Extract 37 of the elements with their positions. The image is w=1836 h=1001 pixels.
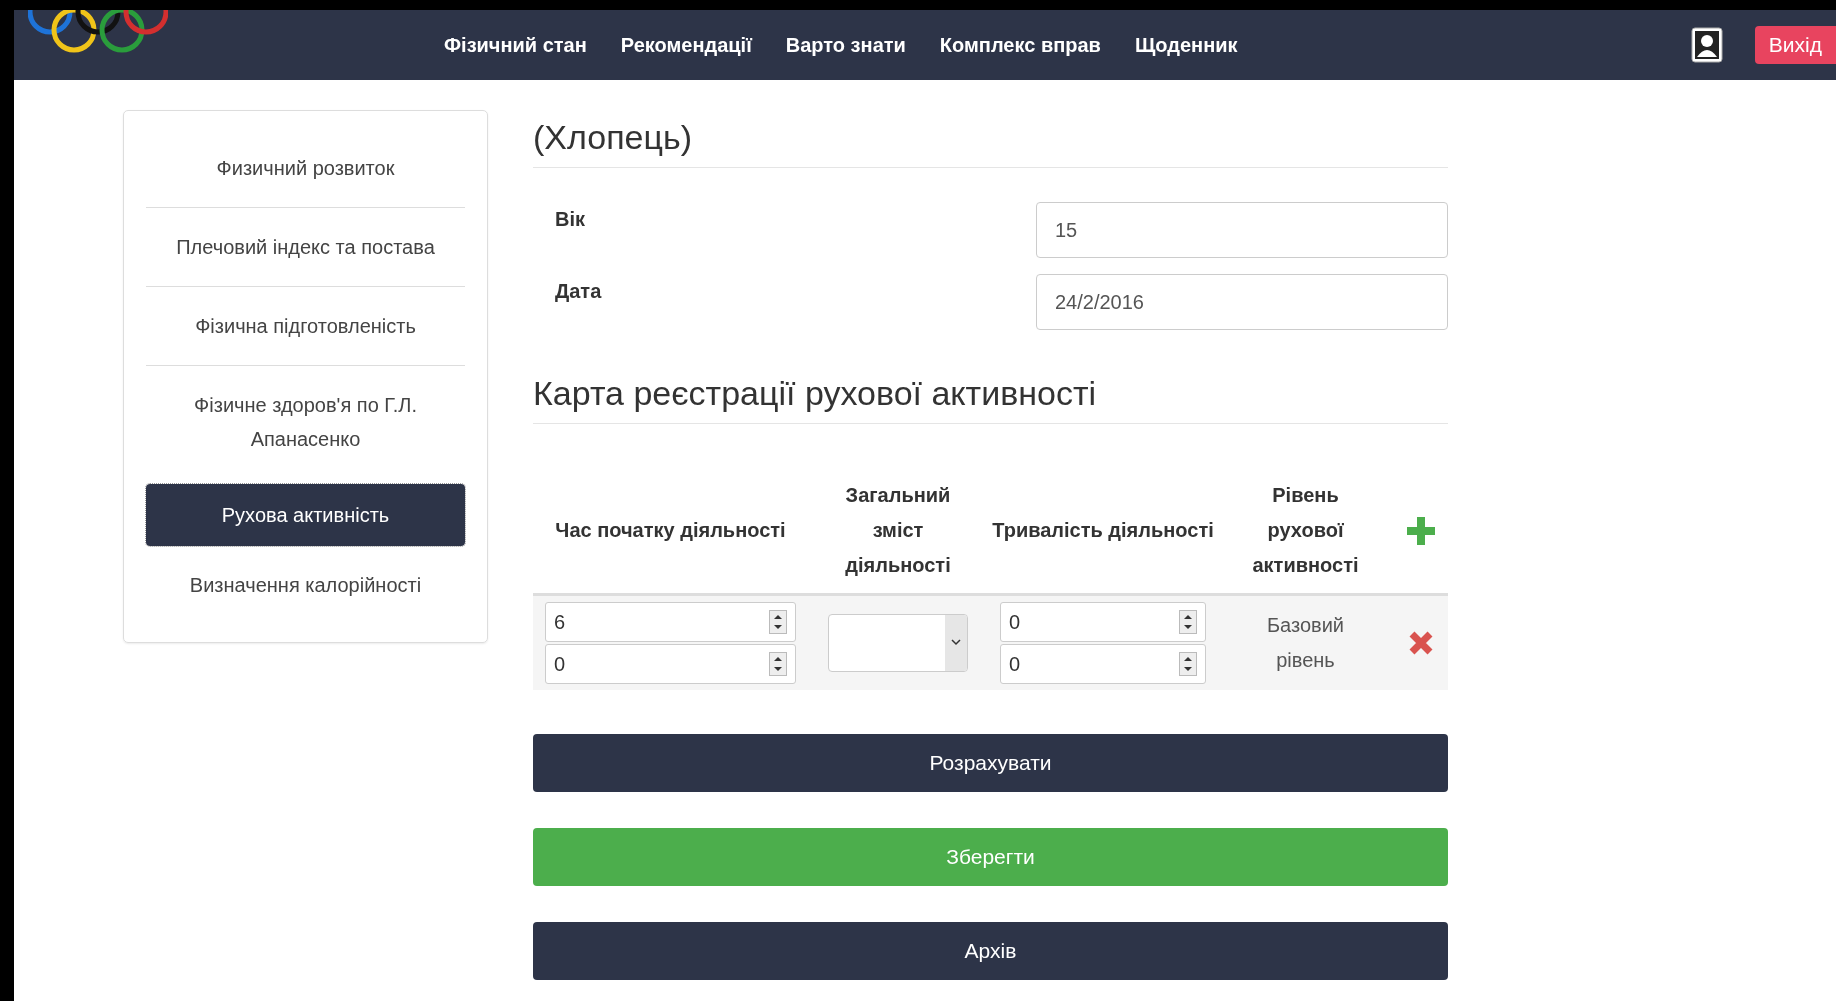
number-field[interactable]: 6	[545, 602, 796, 642]
action-button[interactable]: Архів	[533, 922, 1448, 980]
nav-link[interactable]: Рекомендації	[620, 33, 752, 57]
column-header: Рівень рухової активності	[1251, 483, 1360, 578]
sidebar-item[interactable]: Физичний розвиток	[146, 129, 465, 207]
column-header: Загальний зміст діяльності	[844, 483, 952, 578]
gender-heading: (Хлопець)	[533, 118, 693, 157]
delete-icon[interactable]	[1407, 630, 1434, 656]
sidebar-item[interactable]: Рухова активність	[146, 484, 465, 546]
activity-level: Базовий рівень	[1265, 613, 1346, 673]
action-button[interactable]: Розрахувати	[533, 734, 1448, 792]
number-field[interactable]: 0	[545, 644, 796, 684]
number-field[interactable]: 0	[1000, 644, 1206, 684]
column-header: Час початку діяльності	[554, 518, 787, 543]
select-field[interactable]	[828, 614, 968, 672]
sidebar-item[interactable]: Визначення калорійності	[146, 546, 465, 624]
spinner-icon[interactable]	[1179, 610, 1197, 634]
user-icon[interactable]	[1690, 27, 1723, 63]
number-field[interactable]: 0	[1000, 602, 1206, 642]
spinner-icon[interactable]	[769, 610, 787, 634]
spinner-icon[interactable]	[1179, 652, 1197, 676]
field-label: Вік	[555, 208, 585, 231]
sidebar-item[interactable]: Фізичне здоров'я по Г.Л. Апанасенко	[146, 366, 465, 478]
nav-link[interactable]: Варто знати	[785, 33, 906, 57]
spinner-icon[interactable]	[769, 652, 787, 676]
input-field[interactable]: 24/2/2016	[1036, 274, 1448, 330]
column-header: Тривалість діяльності	[991, 518, 1215, 543]
sidebar-item[interactable]: Плечовий індекс та постава	[146, 208, 465, 286]
section-title: Карта реєстрації рухової активності	[533, 374, 1098, 413]
input-field[interactable]: 15	[1036, 202, 1448, 258]
nav-link[interactable]: Комплекс вправ	[939, 33, 1101, 57]
nav-link[interactable]: Фізичний стан	[444, 33, 587, 57]
nav-link[interactable]: Щоденник	[1134, 33, 1238, 57]
add-icon[interactable]	[1406, 516, 1435, 545]
logout-button[interactable]: Вихід	[1754, 26, 1836, 64]
sidebar-item[interactable]: Фізична підготовленість	[146, 287, 465, 365]
field-label: Дата	[555, 280, 602, 303]
